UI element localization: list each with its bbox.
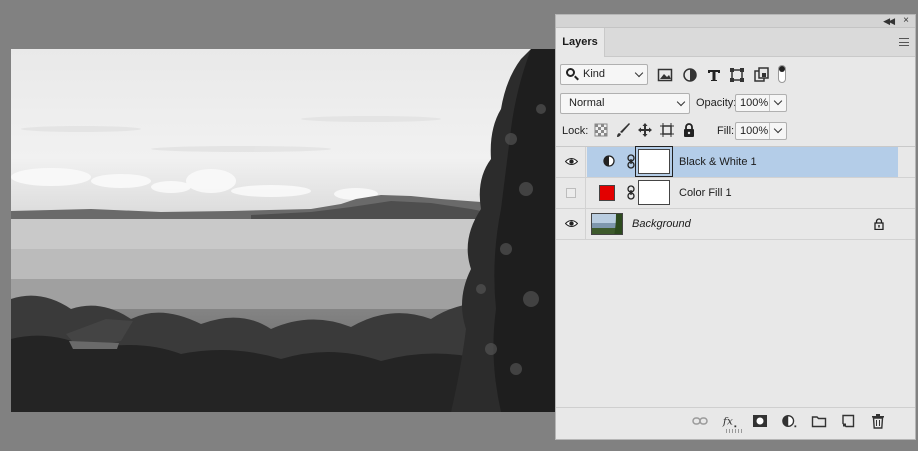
visibility-toggle[interactable]: [556, 178, 586, 208]
resize-grip[interactable]: [726, 429, 744, 433]
panel-tab-row: Layers: [556, 28, 915, 57]
document-canvas[interactable]: [11, 49, 556, 412]
chain-link-icon[interactable]: [626, 154, 636, 169]
new-layer-icon[interactable]: [840, 413, 856, 429]
adjustment-layer-filter-icon[interactable]: [682, 67, 698, 83]
filter-toggle[interactable]: [778, 65, 786, 83]
chevron-down-icon: [676, 97, 686, 107]
layer-body[interactable]: Black & White 1: [587, 146, 898, 177]
layer-mask-thumbnail[interactable]: [638, 180, 670, 205]
smart-object-filter-icon[interactable]: [753, 67, 769, 83]
add-mask-icon[interactable]: [752, 413, 768, 429]
fill-value: 100%: [740, 125, 769, 137]
layer-body[interactable]: Color Fill 1: [587, 178, 898, 208]
lock-artboard-icon[interactable]: [659, 122, 675, 138]
kind-filter-select[interactable]: Kind: [560, 64, 648, 85]
chevron-down-icon[interactable]: [773, 96, 783, 106]
new-adjustment-layer-icon[interactable]: [782, 413, 798, 429]
fill-field[interactable]: 100%: [735, 122, 787, 140]
lock-transparent-pixels-icon[interactable]: [593, 122, 609, 138]
search-icon: [566, 68, 575, 77]
layer-row[interactable]: Black & White 1: [556, 146, 915, 178]
eye-icon: [565, 220, 578, 227]
opacity-label: Opacity:: [696, 97, 737, 109]
layer-name[interactable]: Black & White 1: [679, 156, 757, 168]
opacity-value: 100%: [740, 97, 769, 109]
tab-layers[interactable]: Layers: [556, 28, 605, 57]
background-thumbnail[interactable]: [591, 213, 623, 235]
layer-name[interactable]: Color Fill 1: [679, 187, 732, 199]
black-white-adjustment-icon[interactable]: [603, 155, 615, 167]
layers-bottom-bar: fx: [556, 407, 915, 433]
canvas-image: [11, 49, 556, 412]
layer-name[interactable]: Background: [632, 218, 691, 230]
layer-row[interactable]: Background: [556, 209, 915, 240]
panel-menu-icon[interactable]: [899, 38, 909, 46]
blend-mode-value: Normal: [569, 97, 605, 109]
pixel-layer-filter-icon[interactable]: [657, 67, 673, 83]
chevron-down-icon[interactable]: [773, 124, 783, 134]
lock-image-pixels-icon[interactable]: [615, 122, 631, 138]
chain-link-icon[interactable]: [626, 185, 636, 200]
opacity-field[interactable]: 100%: [735, 94, 787, 112]
visibility-off-icon: [566, 188, 576, 198]
lock-label: Lock:: [562, 125, 589, 137]
chevron-down-icon: [634, 68, 644, 78]
layer-body[interactable]: Background: [587, 209, 898, 239]
lock-icon[interactable]: [874, 218, 884, 230]
visibility-toggle[interactable]: [556, 209, 586, 239]
close-icon[interactable]: ×: [903, 15, 909, 26]
layers-panel: ◀◀ × Layers Kind Normal Opacity: 100% Lo…: [555, 14, 916, 440]
panel-title-bar[interactable]: ◀◀ ×: [556, 15, 915, 28]
layer-row[interactable]: Color Fill 1: [556, 178, 915, 209]
link-layers-icon[interactable]: [692, 413, 708, 429]
color-fill-swatch[interactable]: [599, 185, 615, 201]
eye-icon: [565, 158, 578, 165]
blend-mode-select[interactable]: Normal: [560, 93, 690, 114]
collapse-icon[interactable]: ◀◀: [883, 16, 895, 27]
layer-mask-thumbnail[interactable]: [635, 146, 673, 177]
fill-label: Fill:: [717, 125, 735, 137]
type-layer-filter-icon[interactable]: [706, 67, 722, 83]
shape-layer-filter-icon[interactable]: [729, 67, 745, 83]
layers-list: Black & White 1 Color Fill 1 Background: [556, 146, 915, 408]
visibility-toggle[interactable]: [556, 147, 586, 177]
folder-icon[interactable]: [811, 413, 827, 429]
svg-text:fx: fx: [722, 415, 733, 428]
lock-position-icon[interactable]: [637, 122, 653, 138]
kind-label: Kind: [583, 68, 606, 80]
trash-icon[interactable]: [870, 413, 886, 429]
fx-icon[interactable]: fx: [722, 413, 738, 429]
lock-all-icon[interactable]: [681, 122, 697, 138]
